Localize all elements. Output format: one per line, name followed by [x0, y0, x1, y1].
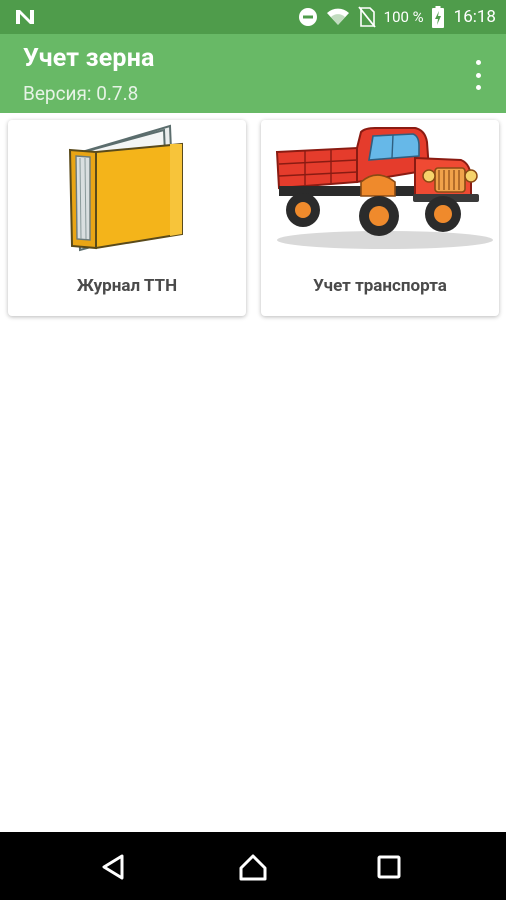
app-title: Учет зерна — [23, 44, 155, 73]
more-vert-icon[interactable] — [468, 60, 488, 90]
wifi-icon — [326, 8, 349, 25]
app-version: Версия: 0.7.8 — [23, 82, 139, 105]
card-label: Журнал ТТН — [76, 276, 178, 296]
status-bar: 100 % 16:18 — [0, 0, 506, 34]
battery-percent: 100 % — [383, 8, 424, 26]
dnd-icon — [298, 8, 317, 26]
app-bar: Учет зерна Версия: 0.7.8 — [0, 34, 506, 113]
recents-icon[interactable] — [372, 850, 406, 884]
clock: 16:18 — [453, 7, 496, 27]
back-icon[interactable] — [96, 850, 130, 884]
no-sim-icon — [357, 6, 376, 28]
transport-card[interactable]: Учет транспорта — [261, 120, 499, 316]
card-label: Учет транспорта — [313, 276, 447, 296]
folder-icon — [68, 124, 183, 252]
navigation-bar — [0, 832, 506, 900]
truck-icon — [275, 127, 493, 249]
battery-charging-icon — [431, 6, 444, 28]
n-logo-icon — [16, 10, 34, 24]
ttn-journal-card[interactable]: Журнал ТТН — [8, 120, 246, 316]
home-icon[interactable] — [236, 850, 270, 884]
